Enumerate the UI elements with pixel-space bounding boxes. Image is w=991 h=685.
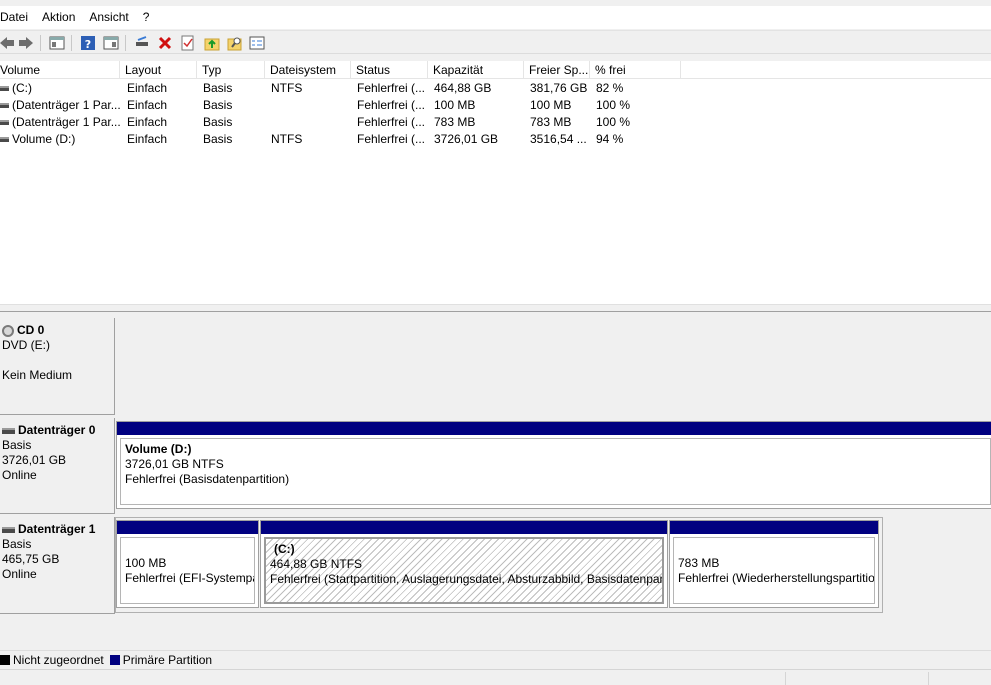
toolbar-separator [71, 35, 72, 51]
hard-disk-icon [2, 526, 15, 533]
partition-type-bar [117, 521, 258, 534]
folder-up-icon[interactable] [203, 34, 221, 52]
disk-label-disk0[interactable]: Datenträger 0 Basis 3726,01 GB Online [0, 418, 115, 514]
legend-item-primary: Primäre Partition [109, 653, 212, 667]
table-row[interactable]: (C:) Einfach Basis NTFS Fehlerfrei (... … [0, 80, 700, 97]
svg-text:?: ? [85, 38, 91, 51]
volume-icon [0, 103, 9, 109]
partition-type-bar [261, 521, 667, 534]
column-header-typ[interactable]: Typ [197, 61, 265, 79]
back-arrow-icon[interactable] [0, 34, 16, 52]
toolbar: ? [0, 30, 991, 54]
check-icon[interactable] [179, 34, 197, 52]
legend: Nicht zugeordnet Primäre Partition [0, 650, 991, 668]
volume-icon [0, 120, 9, 126]
table-row[interactable]: Volume (D:) Einfach Basis NTFS Fehlerfre… [0, 131, 700, 148]
disk-label-disk1[interactable]: Datenträger 1 Basis 465,75 GB Online [0, 517, 115, 614]
partition-c[interactable]: (C:) 464,88 GB NTFS Fehlerfrei (Startpar… [260, 520, 668, 608]
menu-datei[interactable]: Datei [0, 6, 35, 29]
menu-help[interactable]: ? [143, 6, 157, 29]
partition-volume-d[interactable]: Volume (D:) 3726,01 GB NTFS Fehlerfrei (… [116, 421, 991, 509]
column-header-freier-speicher[interactable]: Freier Sp... [524, 61, 590, 79]
list-header: Volume Layout Typ Dateisystem Status Kap… [0, 61, 991, 79]
table-row[interactable]: (Datenträger 1 Par... Einfach Basis Fehl… [0, 97, 700, 114]
status-bar-divider [785, 672, 786, 685]
cd-drive-icon [2, 324, 14, 337]
status-bar-divider [928, 672, 929, 685]
table-row[interactable]: (Datenträger 1 Par... Einfach Basis Fehl… [0, 114, 700, 131]
column-header-layout[interactable]: Layout [120, 61, 197, 79]
column-header-volume[interactable]: Volume [0, 61, 120, 79]
column-header-prozent-frei[interactable]: % frei [590, 61, 681, 79]
menu-ansicht[interactable]: Ansicht [89, 6, 135, 29]
disk-connect-icon[interactable] [133, 34, 151, 52]
toolbar-separator [125, 35, 126, 51]
partition-type-bar [117, 422, 991, 435]
volume-icon [0, 86, 9, 92]
status-bar [0, 669, 991, 685]
help-icon[interactable]: ? [79, 34, 97, 52]
partition-efi[interactable]: 100 MB Fehlerfrei (EFI-Systempartition) [116, 520, 259, 608]
forward-arrow-icon[interactable] [17, 34, 35, 52]
column-header-kapazitaet[interactable]: Kapazität [428, 61, 524, 79]
volume-list: Volume Layout Typ Dateisystem Status Kap… [0, 61, 991, 304]
column-header-status[interactable]: Status [351, 61, 428, 79]
volume-icon [0, 137, 9, 143]
legend-swatch [109, 654, 120, 665]
partition-recovery[interactable]: 783 MB Fehlerfrei (Wiederherstellungspar… [669, 520, 879, 608]
hard-disk-icon [2, 427, 15, 434]
legend-swatch [0, 654, 10, 665]
disk-graphical-view: CD 0 DVD (E:) Kein Medium Datenträger 0 … [0, 313, 991, 649]
properties-view-icon[interactable] [102, 34, 120, 52]
disk-label-cd0[interactable]: CD 0 DVD (E:) Kein Medium [0, 318, 115, 415]
console-tree-icon[interactable] [48, 34, 66, 52]
delete-icon[interactable] [156, 34, 174, 52]
toolbar-separator [40, 35, 41, 51]
legend-item-unallocated: Nicht zugeordnet [0, 653, 104, 667]
menu-bar: Datei Aktion Ansicht ? [0, 6, 991, 29]
menu-aktion[interactable]: Aktion [42, 6, 82, 29]
search-folder-icon[interactable] [226, 34, 244, 52]
column-header-dateisystem[interactable]: Dateisystem [265, 61, 351, 79]
pane-splitter[interactable] [0, 304, 991, 312]
list-properties-icon[interactable] [248, 34, 266, 52]
partition-type-bar [670, 521, 878, 534]
disk-management-window: Datei Aktion Ansicht ? ? Volume Layout T… [0, 0, 991, 685]
